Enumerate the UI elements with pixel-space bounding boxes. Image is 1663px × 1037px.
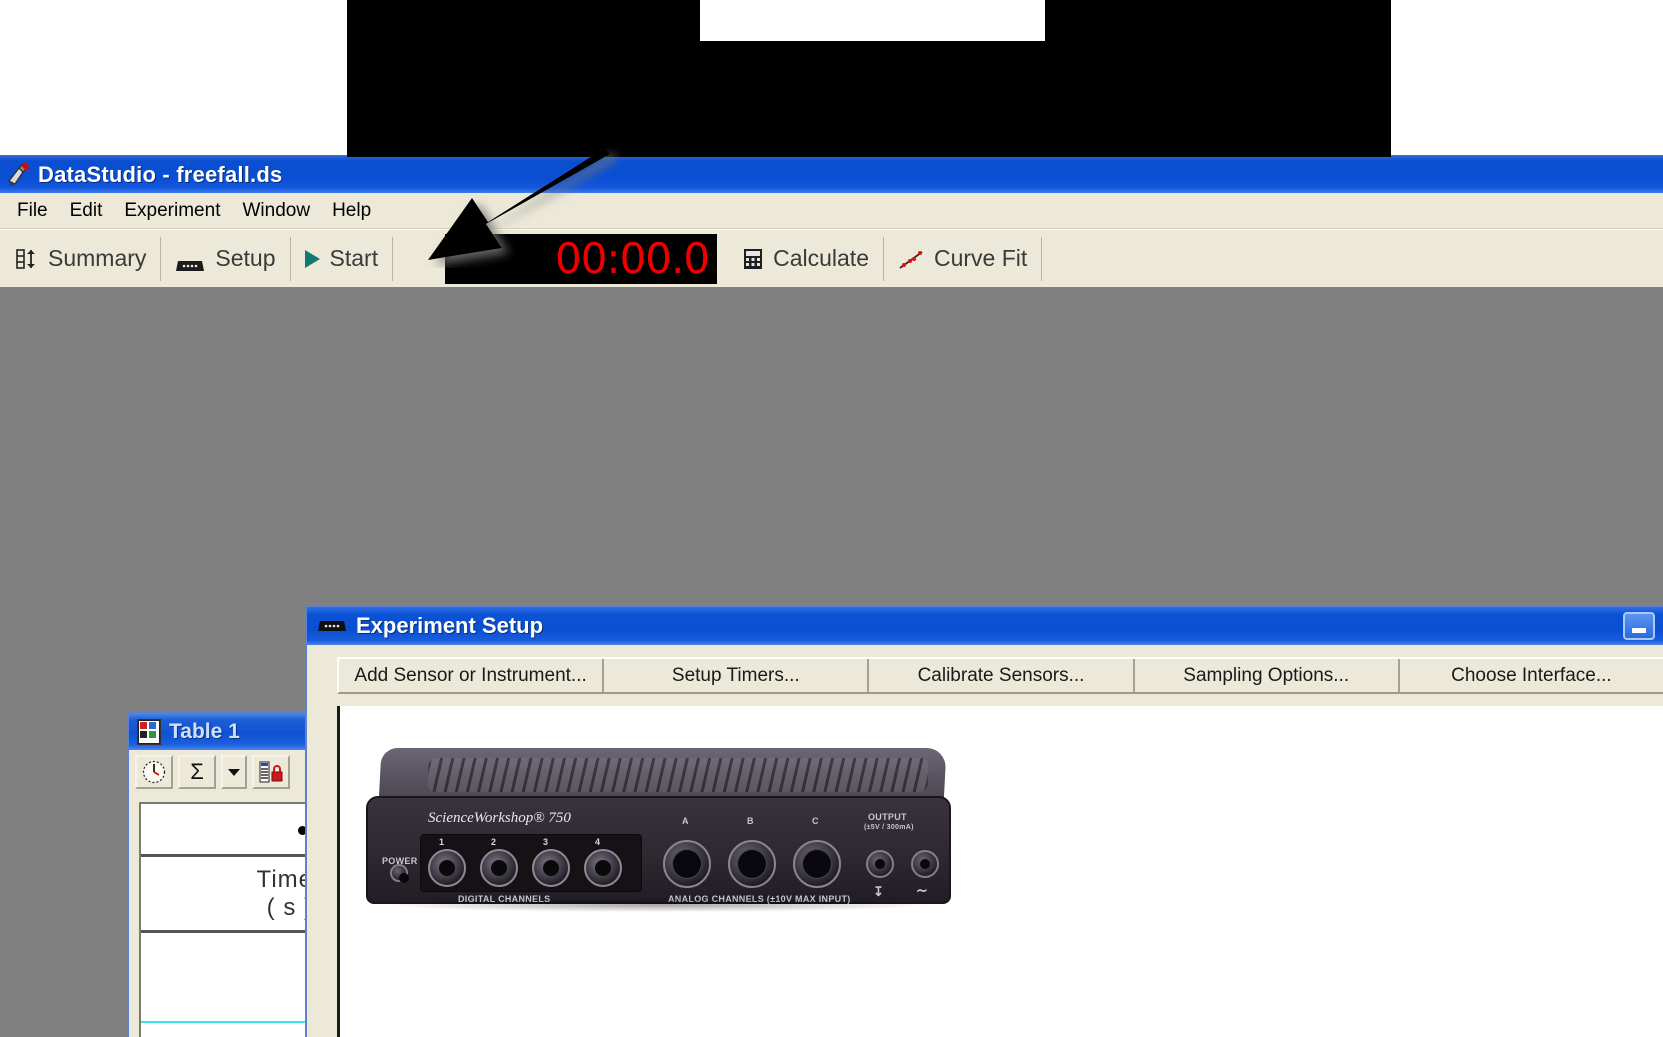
datastudio-icon (6, 162, 32, 188)
digital-channel-2-jack[interactable] (480, 849, 518, 887)
sampling-options-button[interactable]: Sampling Options... (1135, 659, 1400, 692)
calculator-icon (743, 248, 763, 270)
interface-connector-icon (317, 619, 347, 633)
main-toolbar: Summary Setup Start (0, 229, 1663, 287)
application-titlebar: DataStudio - freefall.ds (0, 156, 1663, 193)
stopwatch-icon[interactable] (135, 755, 173, 789)
digital-channel-1-label: 1 (439, 837, 444, 847)
digital-channel-3-jack[interactable] (532, 849, 570, 887)
menu-item-window[interactable]: Window (231, 198, 321, 224)
curve-fit-button-label: Curve Fit (934, 245, 1027, 272)
screenshot-root: DataStudio - freefall.ds File Edit Exper… (0, 0, 1663, 1037)
page-background-right (1391, 0, 1663, 155)
analog-channel-a-label: A (682, 816, 689, 826)
setup-button[interactable]: Setup (161, 237, 290, 281)
annotation-arrow-to-start-button (410, 148, 630, 268)
mdi-workspace: Table 1 Σ (0, 287, 1663, 1037)
digital-channel-4-label: 4 (595, 837, 600, 847)
table-column-header: Time ( s ) (141, 857, 319, 933)
output-signal-jack[interactable] (911, 850, 939, 878)
digital-channel-1-jack[interactable] (428, 849, 466, 887)
interface-connector-icon (175, 252, 205, 266)
digital-channel-4-jack[interactable] (584, 849, 622, 887)
interface-brand-label: ScienceWorkshop® 750 (428, 810, 571, 827)
table-row[interactable] (141, 1023, 319, 1037)
data-lock-icon[interactable] (252, 755, 290, 789)
menu-item-edit[interactable]: Edit (59, 198, 114, 224)
science-workshop-750-interface-image[interactable]: ScienceWorkshop® 750 POWER 1 2 3 4 (358, 748, 958, 923)
analog-channel-b-label: B (747, 816, 754, 826)
digital-channel-2-label: 2 (491, 837, 496, 847)
table-1-toolbar: Σ (129, 750, 319, 794)
minimize-icon (1632, 628, 1646, 633)
experiment-setup-title: Experiment Setup (356, 613, 543, 639)
experiment-setup-body: Add Sensor or Instrument... Setup Timers… (307, 645, 1663, 1037)
interface-vents (427, 758, 929, 792)
table-1-titlebar[interactable]: Table 1 (129, 713, 319, 750)
table-row[interactable] (141, 933, 319, 978)
add-sensor-or-instrument-button[interactable]: Add Sensor or Instrument... (339, 659, 604, 692)
setup-action-button-row: Add Sensor or Instrument... Setup Timers… (337, 657, 1663, 694)
output-sublabel: (±5V / 300mA) (864, 824, 914, 831)
chevron-down-icon[interactable] (221, 755, 247, 789)
menu-item-help[interactable]: Help (321, 198, 382, 224)
analog-channel-b-jack[interactable] (728, 840, 776, 888)
menu-item-file[interactable]: File (6, 198, 59, 224)
setup-timers-button[interactable]: Setup Timers... (604, 659, 869, 692)
start-button[interactable]: Start (291, 237, 394, 281)
sigma-sum-icon[interactable]: Σ (178, 755, 216, 789)
analog-channel-c-jack[interactable] (793, 840, 841, 888)
table-1-window: Table 1 Σ (128, 712, 320, 1037)
setup-button-label: Setup (215, 245, 275, 272)
application-title: DataStudio - freefall.ds (38, 162, 282, 188)
calibrate-sensors-button[interactable]: Calibrate Sensors... (869, 659, 1134, 692)
experiment-setup-titlebar[interactable]: Experiment Setup (307, 607, 1663, 645)
analog-channel-a-jack[interactable] (663, 840, 711, 888)
table-icon (137, 719, 161, 745)
menubar: File Edit Experiment Window Help (0, 193, 1663, 229)
output-label: OUTPUT (868, 812, 907, 822)
calculate-button-label: Calculate (773, 245, 869, 272)
menu-item-experiment[interactable]: Experiment (113, 198, 231, 224)
annotation-white-cutout (700, 0, 1045, 41)
curve-fit-button[interactable]: Curve Fit (884, 237, 1042, 281)
table-1-title: Table 1 (169, 720, 240, 744)
experiment-setup-window: Experiment Setup Add Sensor or Instrumen… (305, 605, 1663, 1037)
summary-icon (16, 248, 38, 270)
page-background-left (0, 0, 347, 155)
datastudio-application-window: DataStudio - freefall.ds File Edit Exper… (0, 155, 1663, 1037)
curve-fit-icon (898, 249, 924, 269)
table-row[interactable] (141, 978, 319, 1023)
interface-front-panel: ScienceWorkshop® 750 POWER 1 2 3 4 (366, 796, 951, 904)
digital-channels-jackbox: 1 2 3 4 (420, 834, 642, 892)
play-icon (305, 250, 320, 268)
table-1-grid[interactable]: Time ( s ) (139, 802, 319, 1037)
minimize-button[interactable] (1623, 612, 1655, 640)
output-ground-jack[interactable] (866, 850, 894, 878)
analog-channel-c-label: C (812, 816, 819, 826)
digital-channel-3-label: 3 (543, 837, 548, 847)
interface-drop-shadow (388, 898, 928, 912)
sine-wave-icon: ∼ (916, 882, 928, 899)
summary-button-label: Summary (48, 245, 146, 272)
summary-button[interactable]: Summary (2, 237, 161, 281)
calculate-button[interactable]: Calculate (729, 237, 884, 281)
choose-interface-button[interactable]: Choose Interface... (1400, 659, 1663, 692)
table-legend-row (141, 804, 319, 857)
power-led (390, 864, 408, 882)
setup-canvas[interactable]: ScienceWorkshop® 750 POWER 1 2 3 4 (337, 706, 1663, 1037)
start-button-label: Start (330, 245, 379, 272)
